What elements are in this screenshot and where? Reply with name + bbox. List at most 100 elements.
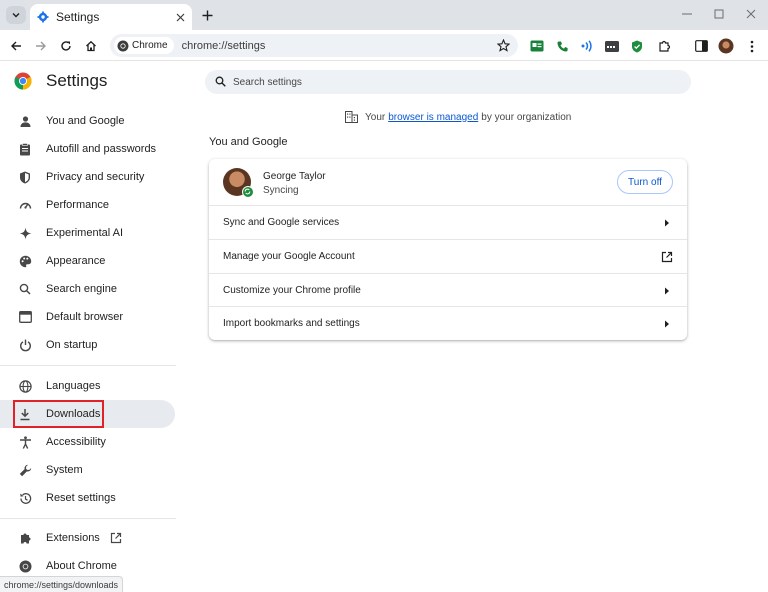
sidebar-item-label: Default browser <box>46 311 124 323</box>
palette-icon <box>18 254 32 268</box>
managed-text-before: Your <box>365 111 386 123</box>
globe-icon <box>18 379 32 393</box>
tab-title: Settings <box>56 10 100 24</box>
tab-settings[interactable]: Settings <box>30 4 192 30</box>
close-icon[interactable] <box>172 9 188 25</box>
caret-right-icon <box>661 318 673 330</box>
toolbar: Chrome chrome://settings <box>0 30 768 61</box>
browser-icon <box>18 310 32 324</box>
sidebar-item-accessibility[interactable]: Accessibility <box>0 428 175 456</box>
reload-button[interactable] <box>56 36 76 56</box>
sidebar-item-label: Privacy and security <box>46 171 145 183</box>
home-icon <box>86 40 96 52</box>
sidebar-item-label: About Chrome <box>46 560 117 572</box>
site-info-chip[interactable]: Chrome <box>114 37 174 54</box>
sidebar-item-label: On startup <box>46 339 98 351</box>
business-icon <box>345 110 358 124</box>
chrome-logo-icon <box>18 559 32 573</box>
forward-button[interactable] <box>31 36 51 56</box>
plus-icon <box>202 10 212 20</box>
sidebar-item-you-and-google[interactable]: You and Google <box>0 107 175 135</box>
you-and-google-card: George Taylor Syncing Turn off Sync and … <box>209 159 687 340</box>
history-icon <box>18 491 32 505</box>
search-settings-input[interactable]: Search settings <box>205 70 691 94</box>
speedometer-icon <box>18 198 32 212</box>
managed-notice: Your browser is managed by your organiza… <box>345 110 571 124</box>
new-tab-button[interactable] <box>198 6 216 24</box>
status-bar-url: chrome://settings/downloads <box>0 576 124 592</box>
power-icon <box>18 338 32 352</box>
managed-text-after: by your organization <box>481 111 572 123</box>
sidebar-item-appearance[interactable]: Appearance <box>0 247 175 275</box>
extension-id-card-icon[interactable] <box>528 37 546 55</box>
url-text[interactable]: chrome://settings <box>182 40 494 52</box>
sidebar-item-label: Accessibility <box>46 436 106 448</box>
sidebar-divider <box>0 365 176 366</box>
caret-right-icon <box>661 285 673 297</box>
minimize-button[interactable] <box>672 4 702 24</box>
arrow-left-icon <box>11 41 21 51</box>
chevron-down-icon <box>12 13 20 18</box>
row-label: Manage your Google Account <box>223 251 355 262</box>
row-manage-google-account[interactable]: Manage your Google Account <box>209 239 687 273</box>
row-import-bookmarks[interactable]: Import bookmarks and settings <box>209 306 687 340</box>
sidebar-item-label: System <box>46 464 83 476</box>
extension-phone-icon[interactable] <box>553 37 571 55</box>
sidebar-item-reset-settings[interactable]: Reset settings <box>0 484 175 512</box>
sync-status: Syncing <box>263 185 299 196</box>
chrome-logo-icon <box>14 72 32 90</box>
extension-terminal-icon[interactable] <box>603 37 621 55</box>
sidebar-item-default-browser[interactable]: Default browser <box>0 303 175 331</box>
back-button[interactable] <box>6 36 26 56</box>
side-panel-icon[interactable] <box>692 37 710 55</box>
profile-row: George Taylor Syncing Turn off <box>209 159 687 205</box>
search-icon <box>215 76 227 88</box>
sidebar-item-label: Languages <box>46 380 101 392</box>
external-link-icon <box>661 251 673 263</box>
row-sync-and-google-services[interactable]: Sync and Google services <box>209 205 687 239</box>
page-title: Settings <box>46 71 108 90</box>
sidebar-item-label: Reset settings <box>46 492 116 504</box>
annotation-highlight-box <box>13 400 104 428</box>
turn-off-sync-button[interactable]: Turn off <box>617 170 673 194</box>
sidebar-item-autofill[interactable]: Autofill and passwords <box>0 135 175 163</box>
browser-managed-link[interactable]: browser is managed <box>388 112 478 123</box>
sidebar-item-experimental-ai[interactable]: Experimental AI <box>0 219 175 247</box>
tab-strip: Settings <box>0 0 768 30</box>
home-button[interactable] <box>81 36 101 56</box>
sidebar-item-label: Appearance <box>46 255 106 267</box>
profile-avatar-button[interactable] <box>717 37 735 55</box>
bookmark-star-icon[interactable] <box>494 37 512 55</box>
extension-shield-icon[interactable] <box>628 37 646 55</box>
sidebar-item-search-engine[interactable]: Search engine <box>0 275 175 303</box>
sidebar-item-privacy[interactable]: Privacy and security <box>0 163 175 191</box>
address-bar[interactable]: Chrome chrome://settings <box>110 34 518 57</box>
window-close-button[interactable] <box>736 4 766 24</box>
extension-wireless-icon[interactable] <box>578 37 596 55</box>
tab-search-button[interactable] <box>6 6 26 24</box>
clipboard-icon <box>18 142 32 156</box>
row-label: Customize your Chrome profile <box>223 285 361 296</box>
puzzle-icon <box>18 531 32 545</box>
sidebar-item-performance[interactable]: Performance <box>0 191 175 219</box>
reload-icon <box>61 41 71 51</box>
sidebar-item-languages[interactable]: Languages <box>0 372 175 400</box>
sidebar-item-on-startup[interactable]: On startup <box>0 331 175 359</box>
sidebar-item-label: Extensions <box>46 532 100 544</box>
maximize-button[interactable] <box>704 4 734 24</box>
accessibility-icon <box>18 435 32 449</box>
sidebar-item-extensions[interactable]: Extensions <box>0 524 175 552</box>
minimize-icon <box>682 13 692 15</box>
settings-brand: Settings <box>14 71 107 91</box>
extensions-puzzle-icon[interactable] <box>655 37 673 55</box>
shield-icon <box>18 170 32 184</box>
arrow-right-icon <box>36 41 46 51</box>
row-label: Sync and Google services <box>223 217 340 228</box>
external-link-icon <box>110 532 122 544</box>
search-icon <box>18 282 32 296</box>
close-icon <box>746 9 756 19</box>
sidebar-item-system[interactable]: System <box>0 456 175 484</box>
sidebar-item-label: Search engine <box>46 283 117 295</box>
row-customize-chrome-profile[interactable]: Customize your Chrome profile <box>209 273 687 307</box>
more-menu-icon[interactable] <box>743 37 761 55</box>
